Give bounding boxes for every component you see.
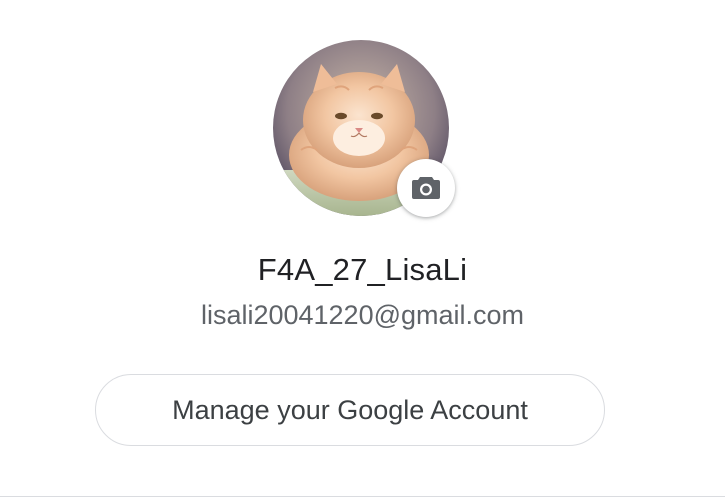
divider (0, 496, 725, 497)
account-card: F4A_27_LisaLi lisali20041220@gmail.com M… (0, 0, 725, 504)
camera-icon (412, 177, 440, 199)
avatar-container (273, 40, 455, 217)
manage-google-account-button[interactable]: Manage your Google Account (95, 374, 605, 446)
change-photo-button[interactable] (397, 159, 455, 217)
account-email: lisali20041220@gmail.com (200, 300, 525, 330)
account-name: F4A_27_LisaLi (257, 252, 468, 287)
